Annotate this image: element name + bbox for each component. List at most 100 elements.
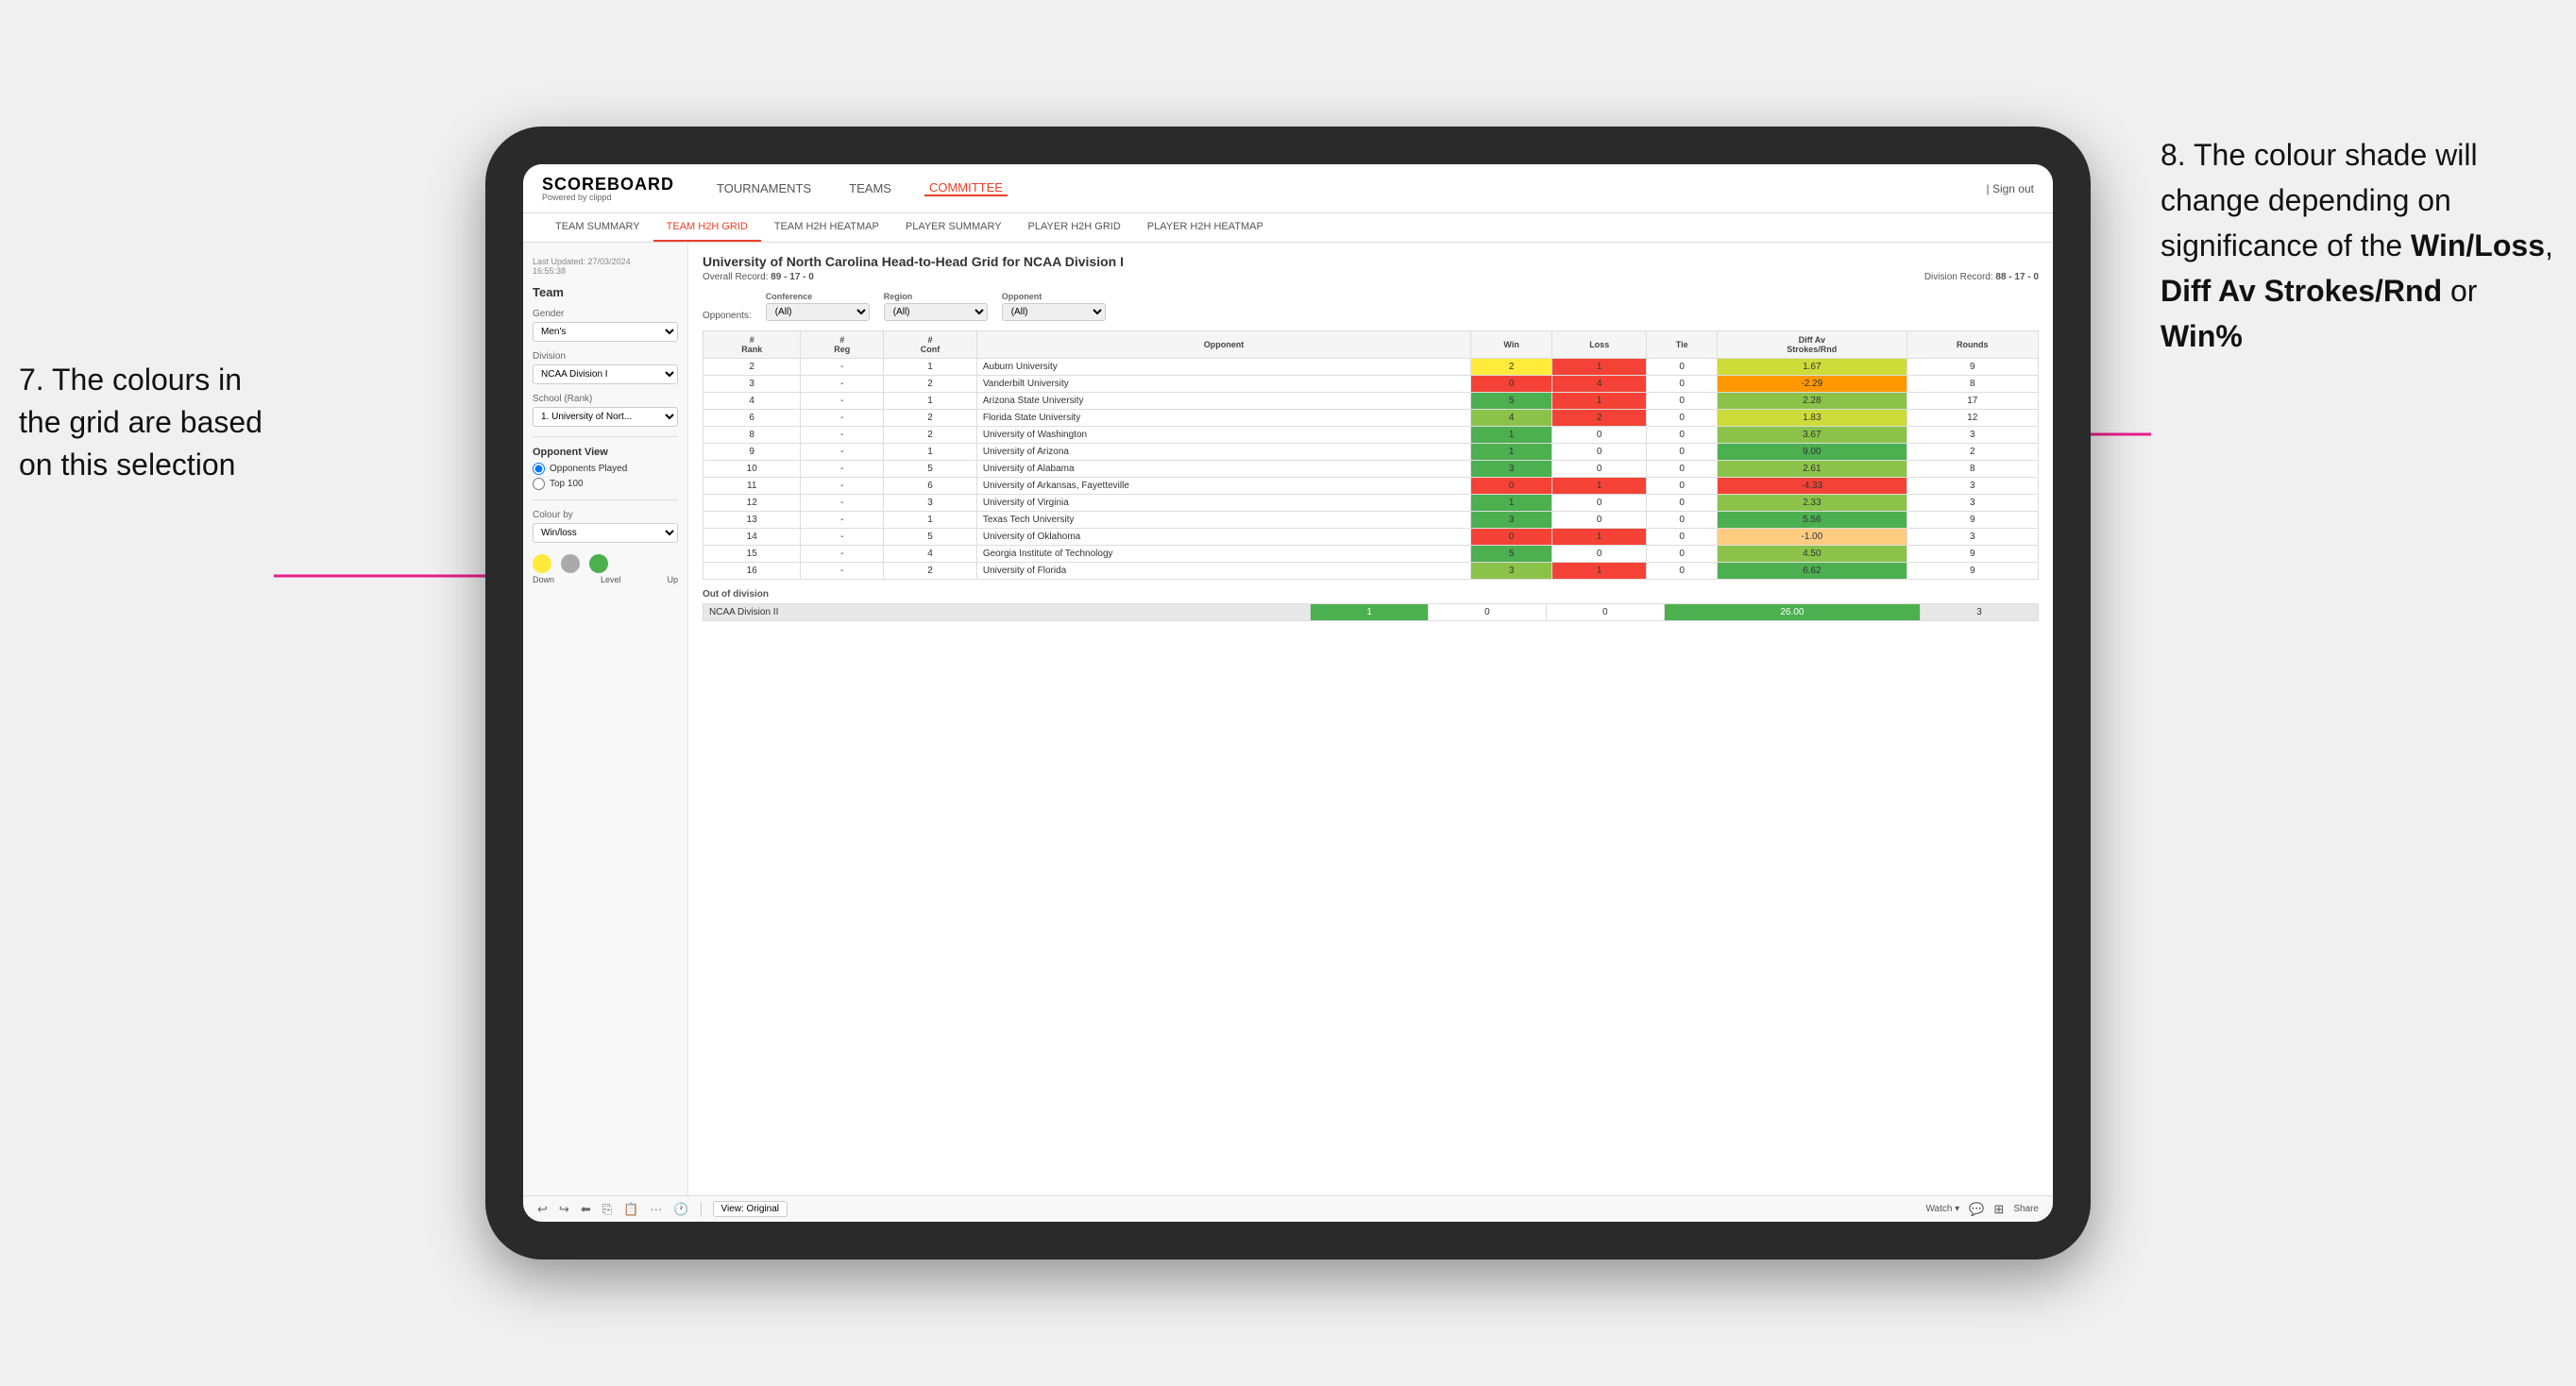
tab-team-h2h-heatmap[interactable]: TEAM H2H HEATMAP — [761, 213, 892, 242]
grid-button[interactable]: ⊞ — [1993, 1202, 2004, 1217]
division-select[interactable]: NCAA Division I — [533, 364, 678, 384]
sign-out-button[interactable]: | Sign out — [1987, 182, 2035, 195]
cell-rank: 8 — [703, 427, 801, 444]
colour-level-circle — [561, 554, 580, 573]
watch-button[interactable]: Watch ▾ — [1925, 1204, 1959, 1214]
filter-row: Opponents: Conference (All) Region (All) — [703, 292, 2039, 321]
school-select[interactable]: 1. University of Nort... — [533, 407, 678, 427]
clock-button[interactable]: 🕐 — [673, 1202, 688, 1217]
toolbar-bottom: ↩ ↪ ⬅ ⎘ 📋 ··· 🕐 View: Original Watch ▾ 💬… — [523, 1195, 2053, 1222]
tab-player-h2h-heatmap[interactable]: PLAYER H2H HEATMAP — [1134, 213, 1277, 242]
cell-rank: 2 — [703, 359, 801, 376]
cell-rounds: 3 — [1907, 495, 2038, 512]
tab-team-h2h-grid[interactable]: TEAM H2H GRID — [653, 213, 761, 242]
radio-opponents-played[interactable]: Opponents Played — [533, 463, 678, 475]
overall-record: Overall Record: 89 - 17 - 0 — [703, 272, 814, 282]
paste-button[interactable]: 📋 — [623, 1202, 638, 1217]
ood-rounds: 3 — [1921, 604, 2039, 621]
cell-diff: 3.67 — [1718, 427, 1907, 444]
last-updated: Last Updated: 27/03/2024 16:55:38 — [533, 257, 678, 276]
out-of-division-label: Out of division — [703, 589, 2039, 600]
cell-loss: 4 — [1552, 376, 1647, 393]
conference-filter-label: Conference — [766, 292, 870, 301]
opponent-filter: Opponent (All) — [1002, 292, 1106, 321]
tab-player-summary[interactable]: PLAYER SUMMARY — [892, 213, 1015, 242]
cell-win: 4 — [1471, 410, 1552, 427]
cell-tie: 0 — [1647, 376, 1718, 393]
share-button[interactable]: Share — [2013, 1204, 2039, 1214]
back-button[interactable]: ⬅ — [581, 1202, 591, 1217]
cell-opponent: University of Arkansas, Fayetteville — [976, 478, 1470, 495]
cell-tie: 0 — [1647, 512, 1718, 529]
radio-top100[interactable]: Top 100 — [533, 478, 678, 490]
cell-diff: 1.67 — [1718, 359, 1907, 376]
region-select[interactable]: (All) — [884, 303, 988, 321]
cell-rounds: 3 — [1907, 529, 2038, 546]
ood-tie: 0 — [1546, 604, 1664, 621]
cell-rank: 16 — [703, 563, 801, 580]
cell-tie: 0 — [1647, 427, 1718, 444]
cell-loss: 1 — [1552, 359, 1647, 376]
colour-level-label: Level — [601, 575, 621, 584]
tab-team-summary[interactable]: TEAM SUMMARY — [542, 213, 653, 242]
view-original-button[interactable]: View: Original — [713, 1201, 788, 1217]
cell-diff: 9.00 — [1718, 444, 1907, 461]
table-row: 13 - 1 Texas Tech University 3 0 0 5.56 … — [703, 512, 2039, 529]
cell-conf: 4 — [884, 546, 977, 563]
col-conf: #Conf — [884, 331, 977, 359]
cell-tie: 0 — [1647, 359, 1718, 376]
tablet-screen: SCOREBOARD Powered by clippd TOURNAMENTS… — [523, 164, 2053, 1222]
nav-tournaments[interactable]: TOURNAMENTS — [712, 181, 816, 195]
tab-player-h2h-grid[interactable]: PLAYER H2H GRID — [1015, 213, 1134, 242]
cell-diff: 1.83 — [1718, 410, 1907, 427]
grid-area: University of North Carolina Head-to-Hea… — [688, 243, 2053, 1195]
col-reg: #Reg — [801, 331, 884, 359]
cell-opponent: Arizona State University — [976, 393, 1470, 410]
gender-select[interactable]: Men's — [533, 322, 678, 342]
cell-tie: 0 — [1647, 461, 1718, 478]
cell-win: 1 — [1471, 495, 1552, 512]
cell-rank: 13 — [703, 512, 801, 529]
cell-opponent: Georgia Institute of Technology — [976, 546, 1470, 563]
cell-rank: 4 — [703, 393, 801, 410]
undo-button[interactable]: ↩ — [537, 1202, 548, 1217]
colour-by-label: Colour by — [533, 510, 678, 520]
table-row: 3 - 2 Vanderbilt University 0 4 0 -2.29 … — [703, 376, 2039, 393]
gender-label: Gender — [533, 309, 678, 319]
cell-reg: - — [801, 427, 884, 444]
logo-text: SCOREBOARD — [542, 175, 674, 194]
redo-button[interactable]: ↪ — [559, 1202, 569, 1217]
cell-conf: 2 — [884, 427, 977, 444]
conference-select[interactable]: (All) — [766, 303, 870, 321]
cell-reg: - — [801, 529, 884, 546]
comment-button[interactable]: 💬 — [1969, 1202, 1984, 1217]
cell-rounds: 12 — [1907, 410, 2038, 427]
nav-teams[interactable]: TEAMS — [844, 181, 896, 195]
opponent-select[interactable]: (All) — [1002, 303, 1106, 321]
cell-conf: 1 — [884, 512, 977, 529]
dots-button[interactable]: ··· — [650, 1202, 662, 1216]
cell-rounds: 17 — [1907, 393, 2038, 410]
cell-conf: 2 — [884, 563, 977, 580]
cell-diff: -4.33 — [1718, 478, 1907, 495]
conference-filter: Conference (All) — [766, 292, 870, 321]
annotation-right: 8. The colour shade will change dependin… — [2161, 132, 2557, 359]
cell-diff: 2.61 — [1718, 461, 1907, 478]
table-row: 12 - 3 University of Virginia 1 0 0 2.33… — [703, 495, 2039, 512]
opponent-view-title: Opponent View — [533, 447, 678, 458]
colour-by-select[interactable]: Win/loss — [533, 523, 678, 543]
cell-win: 3 — [1471, 512, 1552, 529]
main-content: Last Updated: 27/03/2024 16:55:38 Team G… — [523, 243, 2053, 1195]
cell-rank: 14 — [703, 529, 801, 546]
table-row: NCAA Division II 1 0 0 26.00 3 — [703, 604, 2039, 621]
cell-conf: 1 — [884, 393, 977, 410]
ood-loss: 0 — [1429, 604, 1547, 621]
tablet-frame: SCOREBOARD Powered by clippd TOURNAMENTS… — [485, 127, 2091, 1259]
cell-rank: 9 — [703, 444, 801, 461]
copy-button[interactable]: ⎘ — [602, 1202, 612, 1217]
cell-diff: -2.29 — [1718, 376, 1907, 393]
colour-legend-labels: Down Level Up — [533, 575, 678, 584]
cell-reg: - — [801, 495, 884, 512]
cell-conf: 5 — [884, 461, 977, 478]
nav-committee[interactable]: COMMITTEE — [924, 180, 1008, 196]
